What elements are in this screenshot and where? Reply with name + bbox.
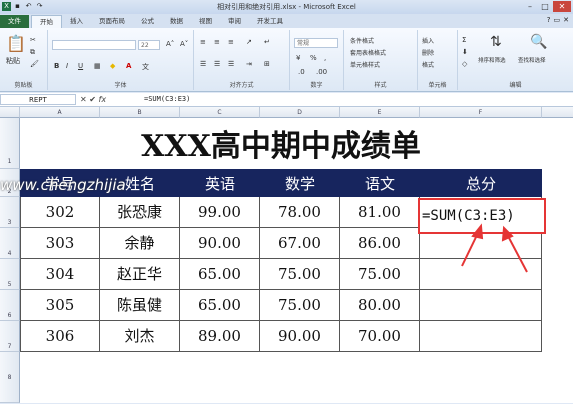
annotation-arrowhead-left bbox=[471, 223, 484, 240]
annotation-arrowhead-right bbox=[501, 225, 514, 242]
annotation-arrow-right bbox=[507, 235, 528, 273]
annotation-arrows bbox=[461, 223, 528, 273]
annotation-arrow-left bbox=[461, 232, 479, 267]
watermark: www.chengzhijia bbox=[0, 176, 126, 194]
